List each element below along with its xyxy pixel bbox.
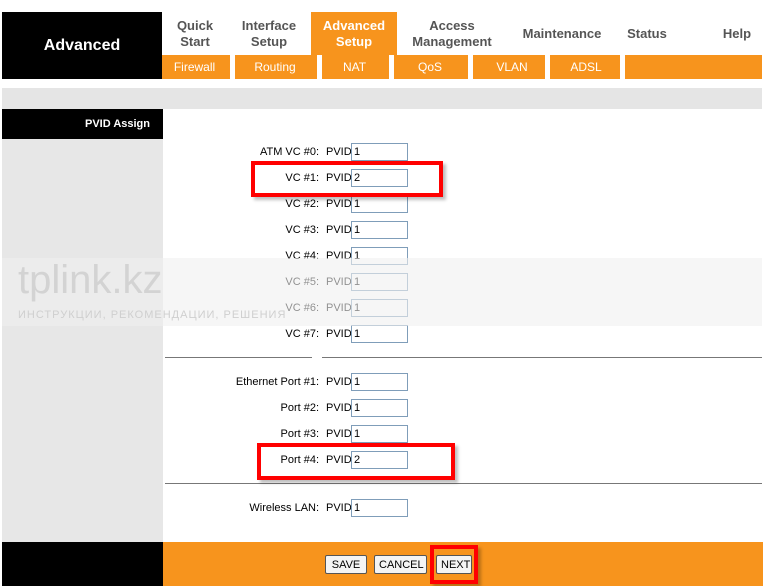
pvid-row-eth3: Port #3 : PVID bbox=[163, 425, 763, 447]
left-column bbox=[2, 109, 163, 542]
tab-advanced-setup[interactable]: Advanced Setup bbox=[311, 12, 397, 55]
pvid-input-eth3[interactable] bbox=[351, 425, 408, 443]
highlight-port4 bbox=[257, 443, 455, 480]
row-label: VC #3 bbox=[285, 224, 316, 236]
row-label: VC #2 bbox=[285, 198, 316, 210]
colon: : bbox=[316, 198, 320, 210]
watermark-title: tplink.kz bbox=[18, 258, 163, 302]
row-label: VC #5 bbox=[285, 276, 316, 288]
cancel-button[interactable]: CANCEL bbox=[374, 555, 427, 574]
pvid-label: PVID bbox=[326, 502, 352, 514]
section-divider bbox=[165, 483, 762, 484]
tab-access-management[interactable]: Access Management bbox=[397, 12, 507, 55]
subnav-adsl[interactable]: ADSL bbox=[550, 55, 622, 79]
subnav-qos[interactable]: QoS bbox=[394, 55, 466, 79]
row-label: VC #6 bbox=[285, 302, 316, 314]
pvid-input-atm-vc0[interactable] bbox=[351, 143, 408, 161]
colon: : bbox=[316, 502, 320, 514]
subnav-nat[interactable]: NAT bbox=[322, 55, 387, 79]
tab-interface-setup[interactable]: Interface Setup bbox=[228, 12, 310, 55]
pvid-label: PVID bbox=[326, 428, 352, 440]
pvid-row-vc7: VC #7 : PVID bbox=[163, 325, 763, 347]
pvid-label: PVID bbox=[326, 146, 352, 158]
pvid-row-eth1: Ethernet Port #1 : PVID bbox=[163, 373, 763, 395]
subnav-separator bbox=[620, 55, 625, 79]
subnav-firewall[interactable]: Firewall bbox=[162, 55, 227, 79]
pvid-input-eth1[interactable] bbox=[351, 373, 408, 391]
row-label: Wireless LAN bbox=[249, 502, 316, 514]
watermark-subtitle: ИНСТРУКЦИИ, РЕКОМЕНДАЦИИ, РЕШЕНИЯ bbox=[18, 309, 287, 321]
colon: : bbox=[316, 250, 320, 262]
brand-logo: Advanced bbox=[2, 12, 162, 79]
colon: : bbox=[316, 302, 320, 314]
pvid-label: PVID bbox=[326, 250, 352, 262]
colon: : bbox=[316, 428, 320, 440]
pvid-input-vc7[interactable] bbox=[351, 325, 408, 343]
row-label: VC #7 bbox=[285, 328, 316, 340]
colon: : bbox=[316, 146, 320, 158]
pvid-label: PVID bbox=[326, 328, 352, 340]
colon: : bbox=[316, 276, 320, 288]
divider-gap bbox=[312, 357, 322, 358]
section-divider bbox=[165, 357, 762, 358]
pvid-row-eth4: Port #4 : PVID bbox=[163, 451, 763, 473]
row-label: VC #4 bbox=[285, 250, 316, 262]
pvid-row-vc3: VC #3 : PVID bbox=[163, 221, 763, 243]
pvid-label: PVID bbox=[326, 302, 352, 314]
section-title: PVID Assign bbox=[2, 109, 163, 139]
pvid-row-vc4: VC #4 : PVID bbox=[163, 247, 763, 269]
sub-navigation: Firewall Routing NAT QoS VLAN ADSL bbox=[162, 55, 762, 79]
pvid-label: PVID bbox=[326, 198, 352, 210]
pvid-input-vc5[interactable] bbox=[351, 273, 408, 291]
pvid-row-eth2: Port #2 : PVID bbox=[163, 399, 763, 421]
pvid-input-vc3[interactable] bbox=[351, 221, 408, 239]
row-label: Ethernet Port #1 bbox=[235, 376, 316, 388]
colon: : bbox=[316, 224, 320, 236]
tab-help[interactable]: Help bbox=[707, 12, 765, 55]
pvid-input-vc4[interactable] bbox=[351, 247, 408, 265]
colon: : bbox=[316, 328, 320, 340]
highlight-next bbox=[430, 545, 478, 584]
row-label: Port #3 bbox=[280, 428, 316, 440]
pvid-label: PVID bbox=[326, 224, 352, 236]
pvid-row-vc2: VC #2 : PVID bbox=[163, 195, 763, 217]
pvid-input-vc6[interactable] bbox=[351, 299, 408, 317]
tab-quick-start[interactable]: Quick Start bbox=[162, 12, 228, 55]
tab-status[interactable]: Status bbox=[617, 12, 677, 55]
pvid-label: PVID bbox=[326, 402, 352, 414]
pvid-input-eth2[interactable] bbox=[351, 399, 408, 417]
footer-left-block bbox=[2, 542, 163, 586]
colon: : bbox=[316, 402, 320, 414]
header-gray-band bbox=[2, 88, 762, 109]
highlight-vc1 bbox=[251, 161, 443, 197]
row-label: Port #2 bbox=[280, 402, 316, 414]
subnav-routing[interactable]: Routing bbox=[235, 55, 315, 79]
pvid-row-vc5: VC #5 : PVID bbox=[163, 273, 763, 295]
main-tabs: Quick Start Interface Setup Advanced Setup … bbox=[162, 12, 762, 55]
pvid-label: PVID bbox=[326, 376, 352, 388]
pvid-input-vc2[interactable] bbox=[351, 195, 408, 213]
tab-maintenance[interactable]: Maintenance bbox=[507, 12, 617, 55]
pvid-label: PVID bbox=[326, 276, 352, 288]
row-label: ATM VC #0 bbox=[259, 146, 316, 158]
save-button[interactable]: SAVE bbox=[325, 555, 367, 574]
pvid-row-wlan: Wireless LAN : PVID bbox=[163, 499, 763, 521]
subnav-vlan[interactable]: VLAN bbox=[473, 55, 551, 79]
pvid-input-wlan[interactable] bbox=[351, 499, 408, 517]
colon: : bbox=[316, 376, 320, 388]
